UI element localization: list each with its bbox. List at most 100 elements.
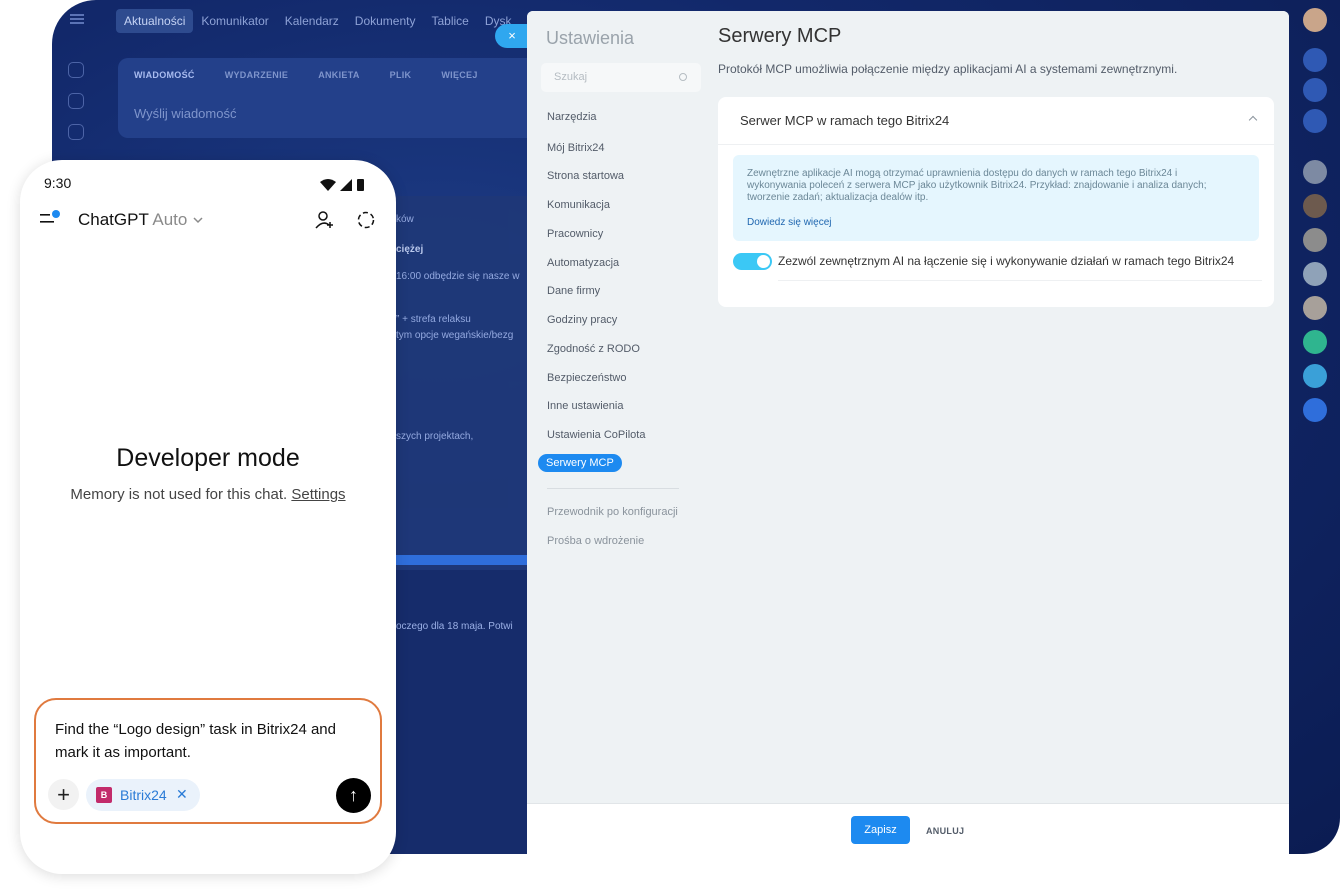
settings-item-serwery-mcp[interactable]: Serwery MCP bbox=[538, 454, 622, 472]
settings-item-copilot[interactable]: Ustawienia CoPilota bbox=[547, 429, 645, 441]
developer-mode-title: Developer mode bbox=[116, 444, 300, 472]
composer-tab-more[interactable]: WIĘCEJ bbox=[441, 70, 477, 80]
feed-snippet: ciężej bbox=[396, 244, 424, 255]
feed-snippet: tym opcje wegańskie/bezg bbox=[396, 330, 514, 341]
temporary-chat-icon[interactable] bbox=[356, 210, 376, 230]
mcp-server-section: Serwer MCP w ramach tego Bitrix24 Zewnęt… bbox=[718, 97, 1274, 307]
nav-komunikator[interactable]: Komunikator bbox=[193, 9, 276, 33]
feed-snippet: 16:00 odbędzie się nasze w bbox=[396, 271, 520, 282]
settings-sidebar: Ustawienia Szukaj Narzędzia Mój Bitrix24… bbox=[527, 11, 703, 803]
settings-item-prosba[interactable]: Prośba o wdrożenie bbox=[547, 535, 644, 547]
status-time: 9:30 bbox=[44, 175, 72, 191]
sidebar-menu-icon[interactable] bbox=[40, 210, 62, 228]
learn-more-link[interactable]: Dowiedz się więcej bbox=[747, 217, 831, 228]
section-title[interactable]: Serwer MCP w ramach tego Bitrix24 bbox=[740, 113, 949, 128]
memory-note-text: Memory is not used for this chat. bbox=[70, 486, 288, 503]
section-divider bbox=[778, 280, 1262, 281]
contact-avatar[interactable] bbox=[1303, 194, 1327, 218]
settings-panel: Ustawienia Szukaj Narzędzia Mój Bitrix24… bbox=[527, 11, 1289, 854]
settings-search-input[interactable]: Szukaj bbox=[541, 63, 701, 92]
composer-placeholder[interactable]: Wyślij wiadomość bbox=[134, 106, 236, 121]
contact-avatar[interactable] bbox=[1303, 228, 1327, 252]
allow-external-ai-toggle[interactable] bbox=[733, 253, 772, 270]
feed-snippet: oczego dla 18 maja. Potwi bbox=[396, 621, 513, 632]
bookmark-icon[interactable] bbox=[1303, 398, 1327, 422]
model-name: Auto bbox=[152, 210, 188, 229]
screenshot-stage: Aktualności Komunikator Kalendarz Dokume… bbox=[0, 0, 1340, 894]
nav-kalendarz[interactable]: Kalendarz bbox=[277, 9, 347, 33]
feed-post-card: ków ciężej 16:00 odbędzie się nasze w ” … bbox=[392, 196, 532, 576]
feed-post-card: oczego dla 18 maja. Potwi bbox=[392, 570, 532, 854]
toggle-label: Zezwól zewnętrznym AI na łączenie się i … bbox=[778, 254, 1235, 268]
page-title: Serwery MCP bbox=[718, 25, 842, 47]
send-button[interactable]: ↑ bbox=[336, 778, 371, 813]
connector-chip[interactable]: B Bitrix24 ✕ bbox=[86, 779, 200, 811]
feed-snippet: szych projektach, bbox=[396, 431, 474, 442]
settings-footer: Zapisz ANULUJ bbox=[527, 803, 1289, 854]
chat-icon[interactable] bbox=[68, 93, 84, 109]
composer-tab-poll[interactable]: ANKIETA bbox=[318, 70, 359, 80]
settings-item-automatyzacja[interactable]: Automatyzacja bbox=[547, 257, 619, 269]
contact-avatar[interactable] bbox=[1303, 296, 1327, 320]
settings-item-komunikacja[interactable]: Komunikacja bbox=[547, 199, 610, 211]
search-placeholder: Szukaj bbox=[554, 71, 588, 83]
chat-group-icon[interactable] bbox=[1303, 364, 1327, 388]
search-icon[interactable] bbox=[1303, 109, 1327, 133]
close-icon[interactable]: ✕ bbox=[176, 786, 188, 803]
close-slider-button[interactable]: × bbox=[495, 24, 529, 48]
search-icon bbox=[679, 73, 687, 81]
settings-item-rodo[interactable]: Zgodność z RODO bbox=[547, 343, 640, 355]
settings-item-przewodnik[interactable]: Przewodnik po konfiguracji bbox=[547, 506, 678, 518]
composer-tab-event[interactable]: WYDARZENIE bbox=[225, 70, 289, 80]
prompt-text[interactable]: Find the “Logo design” task in Bitrix24 … bbox=[55, 718, 367, 764]
app-name: ChatGPT bbox=[78, 210, 149, 229]
feed-snippet: ków bbox=[396, 214, 414, 225]
contact-avatar[interactable] bbox=[1303, 160, 1327, 184]
cancel-button[interactable]: ANULUJ bbox=[926, 826, 964, 836]
composer-tab-message[interactable]: WIADOMOŚĆ bbox=[134, 70, 195, 80]
memory-note: Memory is not used for this chat. Settin… bbox=[20, 486, 396, 503]
tasks-icon[interactable] bbox=[68, 62, 84, 78]
settings-item-dane-firmy[interactable]: Dane firmy bbox=[547, 285, 600, 297]
settings-item-bezpieczenstwo[interactable]: Bezpieczeństwo bbox=[547, 372, 627, 384]
settings-icon[interactable] bbox=[68, 124, 84, 140]
bitrix24-logo-icon: B bbox=[96, 787, 112, 803]
page-description: Protokół MCP umożliwia połączenie między… bbox=[718, 62, 1178, 76]
settings-item-pracownicy[interactable]: Pracownicy bbox=[547, 228, 603, 240]
settings-item-narzedzia[interactable]: Narzędzia bbox=[547, 111, 597, 123]
settings-item-inne[interactable]: Inne ustawienia bbox=[547, 400, 623, 412]
add-person-icon[interactable] bbox=[315, 210, 335, 230]
user-avatar[interactable] bbox=[1303, 8, 1327, 32]
section-divider bbox=[718, 144, 1274, 145]
settings-title: Ustawienia bbox=[546, 28, 635, 48]
prompt-input[interactable]: Find the “Logo design” task in Bitrix24 … bbox=[34, 698, 382, 824]
add-attachment-button[interactable]: + bbox=[48, 779, 79, 810]
menu-icon[interactable] bbox=[70, 14, 84, 24]
contact-avatar[interactable] bbox=[1303, 262, 1327, 286]
phone-mockup: 9:30 ChatGPT Auto Developer mode Memory … bbox=[20, 160, 396, 874]
model-selector[interactable]: ChatGPT Auto bbox=[78, 210, 204, 230]
save-button[interactable]: Zapisz bbox=[851, 816, 910, 844]
feed-divider bbox=[392, 555, 532, 565]
settings-item-godziny-pracy[interactable]: Godziny pracy bbox=[547, 314, 617, 326]
bell-icon[interactable] bbox=[1303, 48, 1327, 72]
composer-tab-file[interactable]: PLIK bbox=[390, 70, 412, 80]
settings-link[interactable]: Settings bbox=[291, 486, 345, 503]
nav-tablice[interactable]: Tablice bbox=[424, 9, 477, 33]
feed-composer[interactable]: WIADOMOŚĆ WYDARZENIE ANKIETA PLIK WIĘCEJ… bbox=[118, 58, 538, 138]
feed-snippet: ” + strefa relaksu bbox=[396, 314, 471, 325]
settings-item-moj-bitrix24[interactable]: Mój Bitrix24 bbox=[547, 142, 604, 154]
connector-chip-label: Bitrix24 bbox=[120, 787, 167, 803]
chevron-up-icon[interactable] bbox=[1248, 115, 1258, 125]
bitrix-right-rail bbox=[1292, 0, 1340, 854]
chevron-down-icon bbox=[193, 217, 203, 224]
nav-dokumenty[interactable]: Dokumenty bbox=[347, 9, 424, 33]
status-icons bbox=[320, 179, 364, 191]
bitrix-top-nav: Aktualności Komunikator Kalendarz Dokume… bbox=[116, 9, 520, 33]
chat-group-icon[interactable] bbox=[1303, 330, 1327, 354]
nav-aktualnosci[interactable]: Aktualności bbox=[116, 9, 194, 33]
settings-item-strona-startowa[interactable]: Strona startowa bbox=[547, 170, 624, 182]
info-text: Zewnętrzne aplikacje AI mogą otrzymać up… bbox=[747, 168, 1207, 203]
sidebar-divider bbox=[547, 488, 679, 489]
copilot-icon[interactable] bbox=[1303, 78, 1327, 102]
